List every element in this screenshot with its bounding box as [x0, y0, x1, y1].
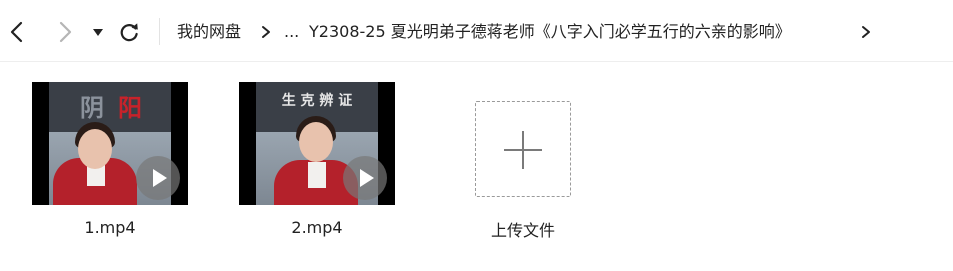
chevron-left-icon — [10, 21, 23, 43]
thumb-text: 生 克 辨 证 — [281, 93, 353, 109]
upload-button[interactable] — [475, 101, 571, 197]
back-button[interactable] — [4, 18, 30, 46]
chevron-right-icon — [59, 21, 72, 43]
file-item[interactable]: 阴 阳 1.mp4 — [32, 82, 188, 237]
forward-button[interactable] — [52, 18, 78, 46]
toolbar: 我的网盘 ... Y2308-25 夏光明弟子德蒋老师《八字入门必学五行的六亲的… — [0, 0, 953, 62]
thumb-text-right: 阳 — [118, 94, 142, 122]
toolbar-divider — [159, 18, 160, 45]
breadcrumb-current[interactable]: Y2308-25 夏光明弟子德蒋老师《八字入门必学五行的六亲的影响》 — [309, 20, 845, 44]
chevron-right-icon — [259, 22, 273, 42]
file-name[interactable]: 1.mp4 — [32, 218, 188, 237]
play-icon[interactable] — [343, 156, 387, 200]
video-thumbnail[interactable]: 生 克 辨 证 — [239, 82, 395, 205]
upload-label[interactable]: 上传文件 — [463, 217, 583, 241]
refresh-icon — [120, 23, 138, 42]
breadcrumb-root[interactable]: 我的网盘 — [177, 20, 241, 44]
history-dropdown-button[interactable] — [86, 18, 110, 46]
caret-down-icon — [93, 29, 103, 36]
video-thumbnail[interactable]: 阴 阳 — [32, 82, 188, 205]
refresh-button[interactable] — [116, 18, 142, 46]
breadcrumb-ellipsis[interactable]: ... — [284, 20, 299, 44]
file-item[interactable]: 生 克 辨 证 2.mp4 — [239, 82, 395, 237]
file-name[interactable]: 2.mp4 — [239, 218, 395, 237]
play-icon[interactable] — [136, 156, 180, 200]
chevron-right-icon[interactable] — [859, 22, 873, 42]
